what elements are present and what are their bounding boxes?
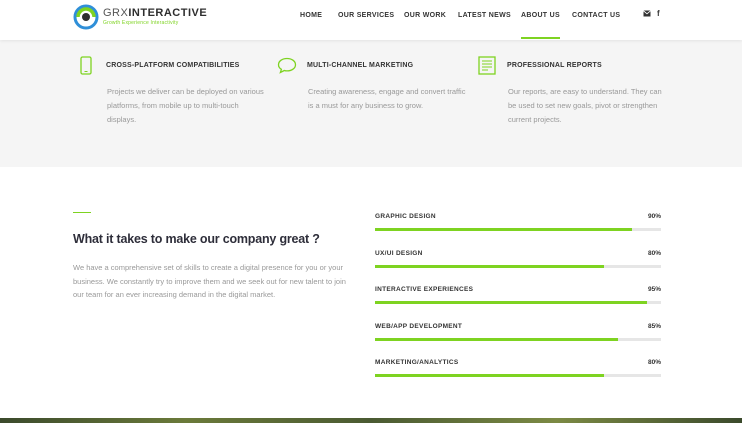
nav-item-home[interactable]: HOME (300, 12, 322, 19)
skill-interactive-experiences: INTERACTIVE EXPERIENCES 95% (375, 286, 661, 323)
feature-multi-channel: MULTI-CHANNEL MARKETING Creating awarene… (277, 55, 477, 113)
skill-label: MARKETING/ANALYTICS (375, 359, 459, 366)
skill-label: INTERACTIVE EXPERIENCES (375, 286, 474, 293)
skill-progress-track (375, 337, 661, 341)
mobile-icon (76, 55, 96, 75)
nav-item-our-services[interactable]: OUR SERVICES (338, 12, 394, 19)
skill-graphic-design: GRAPHIC DESIGN 90% (375, 213, 661, 250)
skill-label: UX/UI DESIGN (375, 249, 423, 257)
feature-cross-platform: CROSS-PLATFORM COMPATIBILITIES Projects … (76, 55, 276, 127)
skill-progress-fill (375, 337, 619, 341)
skill-percent: 90% (647, 213, 661, 220)
skill-progress-track (375, 301, 661, 304)
nav-item-about-us[interactable]: ABOUT US (521, 12, 560, 39)
chat-bubble-icon (277, 55, 297, 75)
skill-label: WEB/APP DEVELOPMENT (375, 322, 463, 330)
brand-tagline: Growth Experience Interactivity (103, 20, 179, 26)
envelope-icon[interactable] (643, 10, 651, 19)
skill-progress-track (375, 374, 661, 377)
skill-ux-ui-design: UX/UI DESIGN 80% (375, 250, 661, 287)
section-title: What it takes to make our company great … (73, 232, 320, 246)
brand-name: INTERACTIVE (128, 7, 208, 19)
footer-image-strip (0, 418, 742, 423)
feature-text: Creating awareness, engage and convert t… (308, 87, 466, 110)
skill-web-app-development: WEB/APP DEVELOPMENT 85% (375, 323, 661, 360)
skill-progress-fill (375, 228, 633, 231)
feature-professional-reports: PROFESSIONAL REPORTS Our reports, are ea… (477, 55, 677, 127)
skill-progress-fill (375, 264, 604, 268)
skill-percent: 80% (647, 249, 661, 257)
skill-progress-fill (375, 374, 604, 377)
skill-progress-fill (375, 301, 647, 304)
skill-label: GRAPHIC DESIGN (375, 213, 436, 220)
feature-title: CROSS-PLATFORM COMPATIBILITIES (106, 61, 240, 69)
nav-item-contact-us[interactable]: CONTACT US (572, 12, 620, 19)
skills-list: GRAPHIC DESIGN 90% UX/UI DESIGN 80% INTE… (375, 213, 661, 396)
report-icon (477, 55, 497, 75)
feature-text: Our reports, are easy to understand. The… (508, 87, 662, 124)
skill-marketing-analytics: MARKETING/ANALYTICS 80% (375, 359, 661, 396)
brand-logo[interactable]: GRXINTERACTIVE Growth Experience Interac… (73, 4, 207, 30)
skill-percent: 95% (647, 286, 661, 293)
nav-item-our-work[interactable]: OUR WORK (404, 12, 446, 19)
logo-mark-icon (73, 4, 99, 30)
brand-name-bold: GRX (103, 7, 129, 19)
nav-item-latest-news[interactable]: LATEST NEWS (458, 12, 511, 19)
facebook-icon[interactable]: f (657, 10, 660, 19)
skill-progress-track (375, 228, 661, 231)
feature-title: MULTI-CHANNEL MARKETING (307, 61, 414, 69)
skill-percent: 85% (647, 322, 661, 330)
site-header: GRXINTERACTIVE Growth Experience Interac… (0, 0, 742, 40)
features-band: CROSS-PLATFORM COMPATIBILITIES Projects … (0, 40, 742, 167)
section-accent-line (73, 212, 91, 213)
feature-title: PROFESSIONAL REPORTS (507, 61, 602, 69)
skill-percent: 80% (647, 359, 661, 366)
social-icons: f (643, 10, 660, 19)
feature-text: Projects we deliver can be deployed on v… (107, 87, 264, 124)
skill-progress-track (375, 264, 661, 268)
section-description: We have a comprehensive set of skills to… (73, 263, 346, 299)
